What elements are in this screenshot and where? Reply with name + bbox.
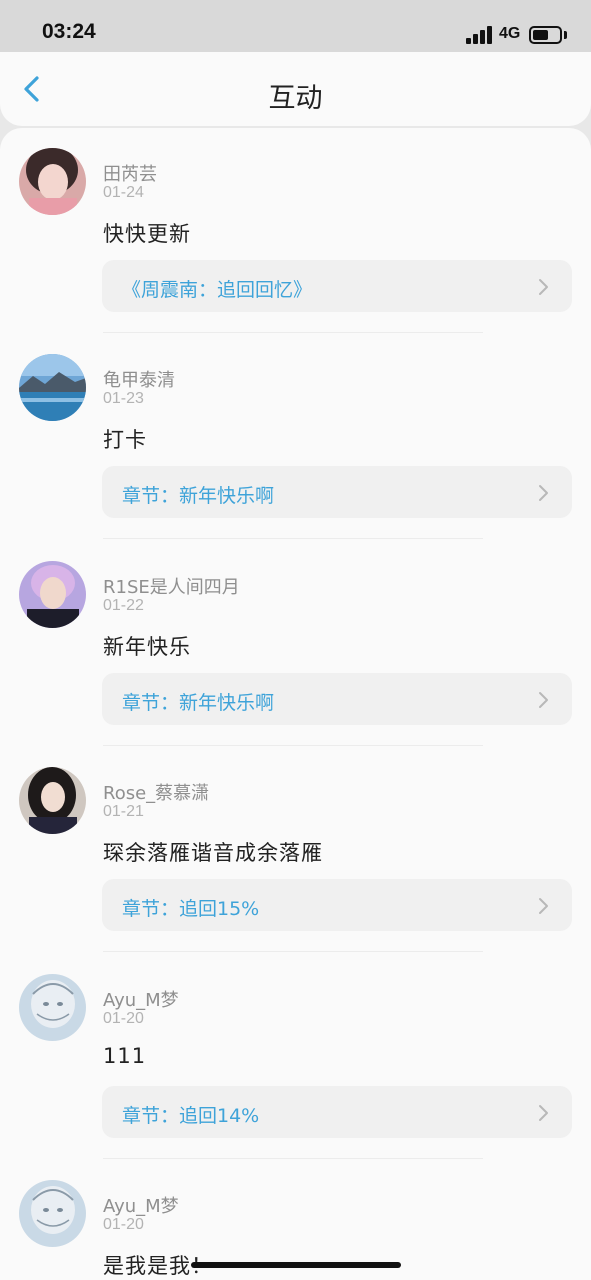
battery-cap	[564, 31, 567, 39]
home-indicator[interactable]	[191, 1262, 401, 1268]
comment-text: 打卡	[103, 428, 147, 452]
comment-date: 01-20	[103, 1216, 144, 1233]
username: 田芮芸	[103, 164, 157, 185]
chevron-right-icon	[539, 485, 548, 501]
divider	[103, 951, 483, 952]
chevron-right-icon	[539, 279, 548, 295]
divider	[103, 1158, 483, 1159]
source-link-card[interactable]: 《周震南：追回回忆》	[102, 260, 572, 312]
username: Ayu_M梦	[103, 1196, 179, 1217]
username: Rose_蔡慕潇	[103, 783, 210, 804]
comment-date: 01-23	[103, 390, 144, 407]
chevron-right-icon	[539, 692, 548, 708]
source-link-text: 《周震南：追回回忆》	[122, 279, 313, 301]
username: R1SE是人间四月	[103, 577, 240, 598]
source-link-text: 章节：新年快乐啊	[122, 485, 275, 507]
source-link-card[interactable]: 章节：新年快乐啊	[102, 673, 572, 725]
source-link-text: 章节：追回15%	[122, 898, 260, 920]
source-link-card[interactable]: 章节：新年快乐啊	[102, 466, 572, 518]
comment-date: 01-24	[103, 184, 144, 201]
username: 龟甲泰清	[103, 370, 175, 391]
divider	[103, 332, 483, 333]
comment-list: 田芮芸 01-24 快快更新 《周震南：追回回忆》 龟甲泰清 01-23 打卡 …	[0, 128, 591, 1280]
chevron-right-icon	[539, 1105, 548, 1121]
avatar[interactable]	[19, 1180, 86, 1247]
page-title: 互动	[268, 83, 323, 114]
comment-text: 琛余落雁谐音成余落雁	[103, 841, 323, 865]
network-label: 4G	[499, 25, 521, 42]
comment-text: 快快更新	[103, 222, 191, 246]
divider	[103, 538, 483, 539]
source-link-text: 章节：追回14%	[122, 1105, 260, 1127]
source-link-text: 章节：新年快乐啊	[122, 692, 275, 714]
avatar[interactable]	[19, 974, 86, 1041]
source-link-card[interactable]: 章节：追回14%	[102, 1086, 572, 1138]
comment-date: 01-20	[103, 1010, 144, 1027]
status-bar: 03:24 4G	[0, 0, 591, 52]
nav-bar: 互动	[0, 52, 591, 126]
avatar[interactable]	[19, 767, 86, 834]
battery-icon	[529, 26, 562, 44]
comment-date: 01-21	[103, 803, 144, 820]
divider	[103, 745, 483, 746]
username: Ayu_M梦	[103, 990, 179, 1011]
comment-date: 01-22	[103, 597, 144, 614]
avatar[interactable]	[19, 354, 86, 421]
source-link-card[interactable]: 章节：追回15%	[102, 879, 572, 931]
status-time: 03:24	[42, 20, 96, 43]
comment-text: 新年快乐	[103, 635, 191, 659]
comment-text: 111	[103, 1044, 147, 1068]
avatar[interactable]	[19, 561, 86, 628]
signal-icon	[466, 26, 494, 44]
chevron-right-icon	[539, 898, 548, 914]
avatar[interactable]	[19, 148, 86, 215]
